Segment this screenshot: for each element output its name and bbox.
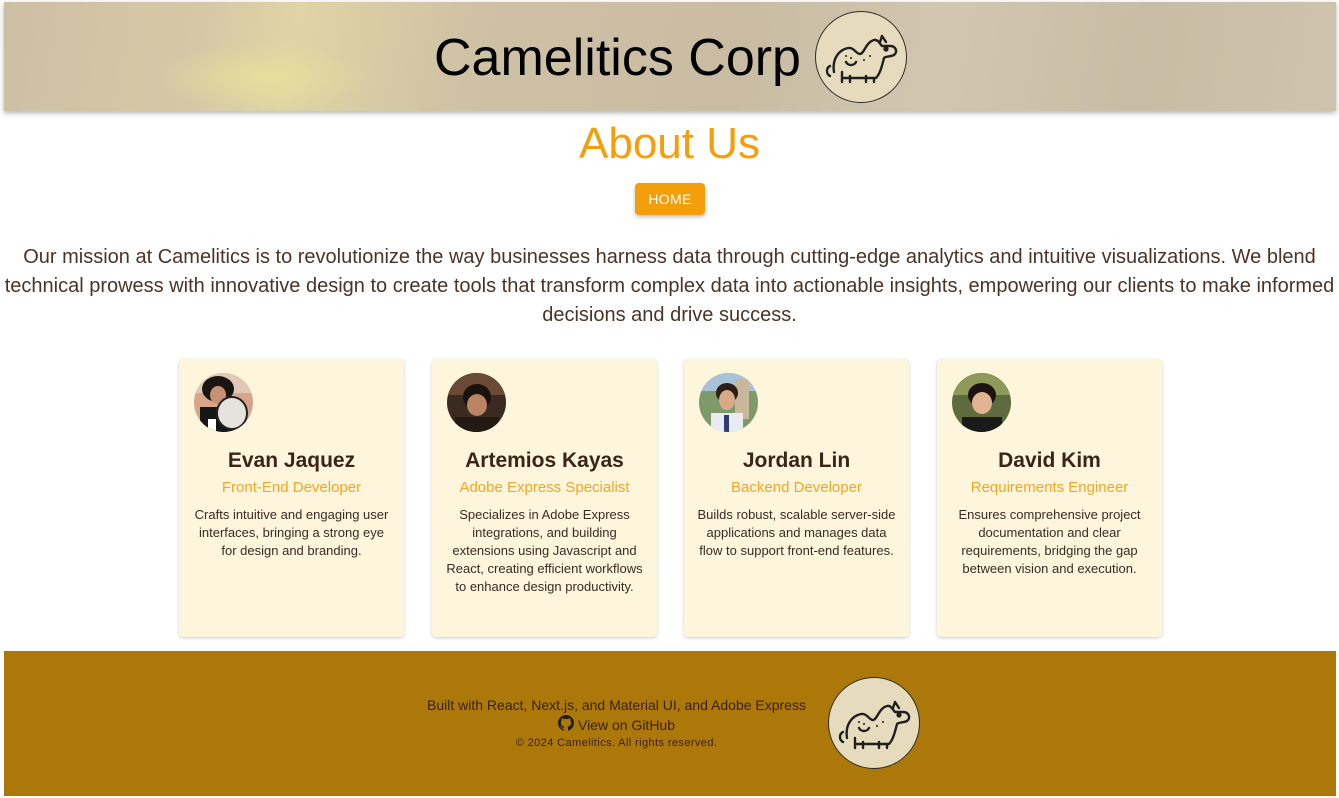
member-role: Backend Developer xyxy=(731,479,862,496)
github-link[interactable]: View on GitHub xyxy=(384,715,849,735)
team-card: Artemios Kayas Adobe Express Specialist … xyxy=(432,359,657,637)
team-card: Evan Jaquez Front-End Developer Crafts i… xyxy=(179,359,404,637)
camel-logo-icon[interactable] xyxy=(815,11,907,103)
github-icon xyxy=(557,715,574,735)
member-name: Evan Jaquez xyxy=(227,449,356,472)
camel-logo-icon xyxy=(828,677,920,769)
mission-statement: Our mission at Camelitics is to revoluti… xyxy=(4,246,1335,326)
member-name: Jordan Lin xyxy=(742,449,851,472)
brand-title: Camelitics Corp xyxy=(434,29,801,87)
team-card: Jordan Lin Backend Developer Builds robu… xyxy=(684,359,909,637)
home-button[interactable]: HOME xyxy=(635,183,705,215)
member-name: David Kim xyxy=(998,449,1101,472)
avatar xyxy=(699,373,758,432)
member-description: Ensures comprehensive project documentat… xyxy=(958,507,1141,576)
avatar xyxy=(447,373,506,432)
github-link-label: View on GitHub xyxy=(577,717,675,733)
member-role: Adobe Express Specialist xyxy=(459,479,630,496)
copyright-text: © 2024 Camelitics. All rights reserved. xyxy=(515,737,718,749)
avatar xyxy=(194,373,253,432)
member-description: Specializes in Adobe Express integration… xyxy=(446,507,643,594)
page-title: About Us xyxy=(579,119,760,168)
member-name: Artemios Kayas xyxy=(465,449,624,472)
site-header: Camelitics Corp xyxy=(4,2,1336,111)
member-description: Crafts intuitive and engaging user inter… xyxy=(194,507,389,558)
team-card: David Kim Requirements Engineer Ensures … xyxy=(937,359,1162,637)
member-role: Front-End Developer xyxy=(221,479,362,496)
avatar xyxy=(952,373,1011,432)
member-role: Requirements Engineer xyxy=(970,479,1129,496)
header-background-texture xyxy=(154,42,374,111)
team-section: Evan Jaquez Front-End Developer Crafts i… xyxy=(0,359,1339,638)
built-with-text: Built with React, Next.js, and Material … xyxy=(427,697,806,713)
site-footer: Built with React, Next.js, and Material … xyxy=(4,651,1336,796)
member-description: Builds robust, scalable server-side appl… xyxy=(697,507,896,558)
